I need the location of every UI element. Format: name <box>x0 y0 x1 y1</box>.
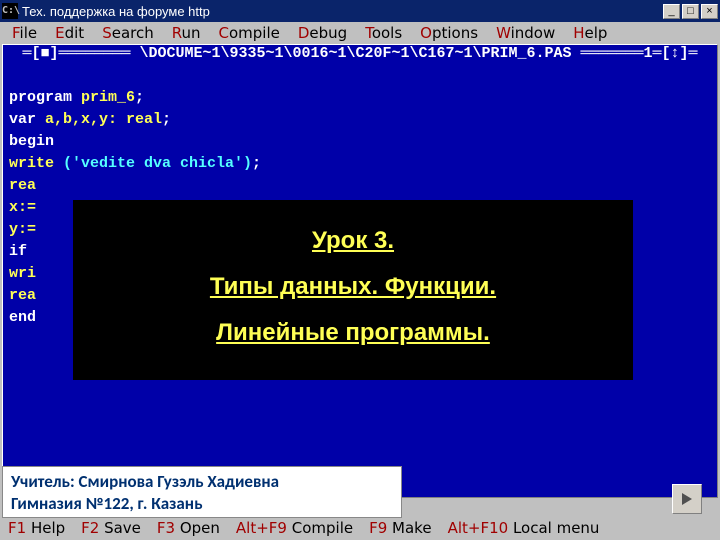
menu-file[interactable]: File <box>12 24 37 42</box>
menu-search[interactable]: Search <box>102 24 154 42</box>
status-local-menu[interactable]: Alt+F10 Local menu <box>448 519 600 537</box>
play-icon <box>680 492 694 506</box>
lesson-line-3: Линейные программы. <box>73 310 633 356</box>
system-menu-icon[interactable]: C:\ <box>2 3 18 19</box>
menu-options[interactable]: Options <box>420 24 478 42</box>
menu-run[interactable]: Run <box>172 24 201 42</box>
status-save[interactable]: F2 Save <box>81 519 141 537</box>
teacher-school: Гимназия №122, г. Казань <box>11 493 393 515</box>
menu-window[interactable]: Window <box>496 24 555 42</box>
window-titlebar: C:\ Тех. поддержка на форуме http _ □ × <box>0 0 720 22</box>
editor-filepath: ═[■]════════ \DOCUME~1\9335~1\0016~1\C20… <box>3 45 717 63</box>
teacher-name: Учитель: Смирнова Гузэль Хадиевна <box>11 471 393 493</box>
teacher-info: Учитель: Смирнова Гузэль Хадиевна Гимназ… <box>2 466 402 518</box>
window-title: Тех. поддержка на форуме http <box>22 4 663 19</box>
lesson-line-1: Урок 3. <box>73 218 633 264</box>
menu-edit[interactable]: Edit <box>55 24 84 42</box>
status-make[interactable]: F9 Make <box>369 519 431 537</box>
lesson-line-2: Типы данных. Функции. <box>73 264 633 310</box>
menu-debug[interactable]: Debug <box>298 24 347 42</box>
next-slide-button[interactable] <box>672 484 702 514</box>
status-compile[interactable]: Alt+F9 Compile <box>236 519 353 537</box>
minimize-button[interactable]: _ <box>663 4 680 19</box>
status-help[interactable]: F1 Help <box>8 519 65 537</box>
menu-compile[interactable]: Compile <box>219 24 280 42</box>
maximize-button[interactable]: □ <box>682 4 699 19</box>
lesson-title-overlay: Урок 3. Типы данных. Функции. Линейные п… <box>73 200 633 380</box>
statusbar: F1 Help F2 Save F3 Open Alt+F9 Compile F… <box>2 518 718 538</box>
menubar: File Edit Search Run Compile Debug Tools… <box>0 22 720 44</box>
close-button[interactable]: × <box>701 4 718 19</box>
menu-tools[interactable]: Tools <box>365 24 402 42</box>
editor-area[interactable]: ═[■]════════ \DOCUME~1\9335~1\0016~1\C20… <box>2 44 718 498</box>
status-open[interactable]: F3 Open <box>157 519 220 537</box>
menu-help[interactable]: Help <box>573 24 607 42</box>
